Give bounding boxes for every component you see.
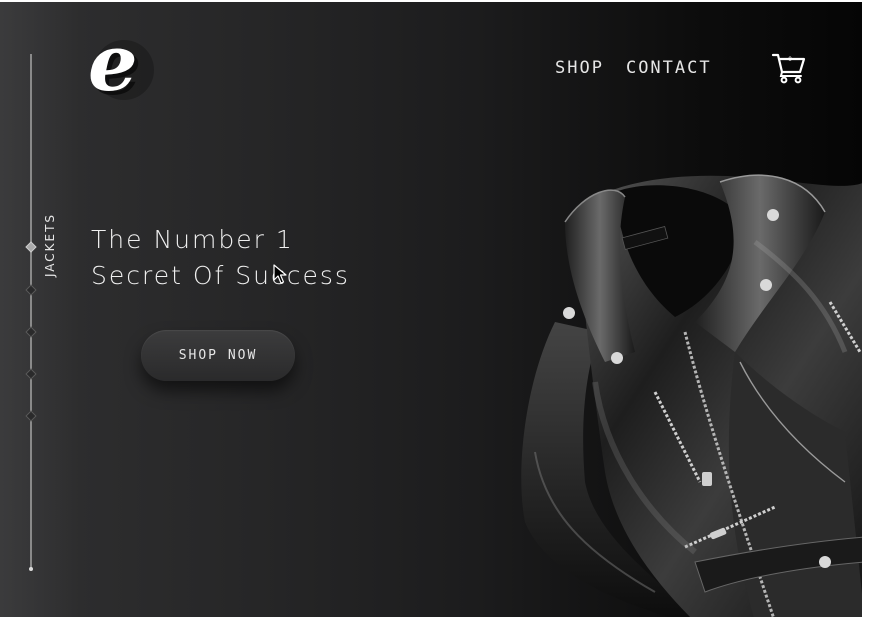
slide-indicator-4[interactable] bbox=[25, 368, 37, 380]
slide-indicator-5[interactable] bbox=[25, 410, 37, 422]
brand-logo[interactable]: e e bbox=[88, 26, 162, 106]
slide-indicator-1[interactable] bbox=[25, 241, 37, 253]
hero-headline: The Number 1 Secret Of Success bbox=[91, 222, 350, 294]
logo-letter: e bbox=[88, 26, 138, 106]
mouse-cursor-icon bbox=[273, 264, 287, 284]
cart-count-badge: 0 bbox=[788, 56, 792, 63]
nav-contact-link[interactable]: CONTACT bbox=[626, 58, 712, 78]
headline-line-2: Secret Of Success bbox=[91, 261, 350, 290]
main-nav: SHOP CONTACT bbox=[555, 58, 712, 78]
cart-button[interactable]: 0 bbox=[771, 52, 807, 84]
leather-jacket-image bbox=[521, 174, 862, 617]
slide-indicator-2[interactable] bbox=[25, 284, 37, 296]
category-label: JACKETS bbox=[43, 212, 57, 278]
slide-indicator-3[interactable] bbox=[25, 326, 37, 338]
slide-rail bbox=[30, 54, 32, 570]
headline-line-1: The Number 1 bbox=[91, 225, 294, 254]
shop-now-button[interactable]: SHOP NOW bbox=[141, 330, 295, 381]
nav-shop-link[interactable]: SHOP bbox=[555, 58, 604, 78]
rail-end-dot bbox=[29, 567, 33, 571]
hero-section: e e SHOP CONTACT 0 JACKETS The Number 1 … bbox=[0, 2, 862, 617]
